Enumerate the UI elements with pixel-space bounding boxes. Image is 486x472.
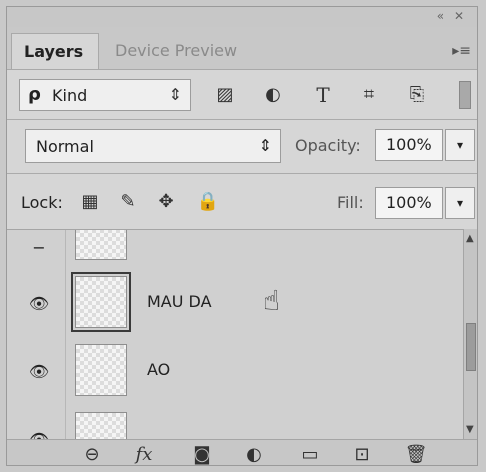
filter-kind-select[interactable]: ρ Kind ⇕ (19, 79, 191, 111)
hand-cursor-icon: ☝ (263, 284, 281, 317)
new-layer-icon[interactable]: ⊡ (349, 444, 375, 465)
layer-thumbnail (71, 272, 131, 332)
opacity-label: Opacity: (295, 136, 361, 155)
layers-list: − 👁 MAU DA ☝ 👁 AO 👁 (7, 229, 463, 440)
blend-mode-select[interactable]: Normal ⇕ (25, 129, 281, 163)
visibility-column: 👁 (7, 268, 66, 336)
divider (7, 173, 477, 174)
layer-row[interactable]: − (7, 230, 463, 269)
layer-mask-icon[interactable]: ◙ (189, 444, 215, 465)
type-layer-filter-icon[interactable]: T (311, 83, 335, 107)
scrollbar-thumb[interactable] (466, 323, 476, 371)
adjustment-layer-filter-icon[interactable]: ◐ (261, 83, 285, 107)
lock-position-icon[interactable]: ✥ (153, 189, 179, 215)
visibility-column: 👁 (7, 336, 66, 404)
panel-tabs: Layers Device Preview ▸≡ (7, 27, 477, 70)
visibility-column: 👁 (7, 404, 66, 440)
lock-label: Lock: (21, 193, 63, 212)
close-icon[interactable]: « ✕ (437, 9, 467, 23)
fill-input[interactable]: 100% (375, 187, 443, 219)
layer-row[interactable]: 👁 MAU DA ☝ (7, 268, 463, 337)
visibility-eye-icon[interactable]: − (27, 238, 51, 257)
fill-dropdown-button[interactable]: ▾ (445, 187, 475, 219)
lock-image-pixels-icon[interactable]: ✎ (115, 189, 141, 215)
filter-kind-label: Kind (52, 86, 88, 105)
delete-layer-icon[interactable]: 🗑 (403, 444, 429, 465)
tab-layers[interactable]: Layers (11, 33, 99, 69)
layers-bottom-toolbar: ⊖ fx ◙ ◐ ▭ ⊡ 🗑 (7, 439, 477, 465)
scroll-up-icon[interactable]: ▲ (466, 233, 474, 244)
layer-row[interactable]: 👁 (7, 404, 463, 440)
panel-titlebar: « ✕ (7, 7, 477, 28)
divider (7, 119, 477, 120)
link-layers-icon[interactable]: ⊖ (79, 444, 105, 465)
adjustment-layer-icon[interactable]: ◐ (241, 444, 267, 465)
layers-scrollbar[interactable]: ▲ ▼ (463, 229, 477, 439)
layer-thumbnail (75, 230, 127, 260)
layer-thumbnail (75, 344, 127, 396)
new-group-icon[interactable]: ▭ (297, 444, 323, 465)
chevron-down-icon: ▾ (456, 138, 464, 152)
layer-row[interactable]: 👁 AO (7, 336, 463, 405)
layer-thumbnail (75, 412, 127, 440)
shape-layer-filter-icon[interactable]: ⌗ (357, 83, 381, 107)
lock-all-icon[interactable]: 🔒 (195, 189, 221, 215)
visibility-eye-icon[interactable]: 👁 (27, 362, 51, 381)
filter-toggle-switch[interactable] (459, 81, 471, 109)
opacity-dropdown-button[interactable]: ▾ (445, 129, 475, 161)
layer-style-fx-icon[interactable]: fx (131, 444, 157, 465)
smart-object-filter-icon[interactable]: ⎘ (405, 83, 429, 107)
visibility-eye-icon[interactable]: 👁 (27, 294, 51, 313)
layers-panel: « ✕ Layers Device Preview ▸≡ ρ Kind ⇕ ▨ … (6, 6, 478, 466)
blend-mode-value: Normal (36, 137, 94, 156)
opacity-input[interactable]: 100% (375, 129, 443, 161)
lock-transparent-pixels-icon[interactable]: ▦ (77, 189, 103, 215)
visibility-column: − (7, 230, 66, 268)
chevron-down-icon: ▾ (456, 196, 464, 210)
chevron-updown-icon: ⇕ (168, 85, 182, 104)
tab-device-preview[interactable]: Device Preview (103, 33, 263, 69)
panel-menu-icon[interactable]: ▸≡ (452, 43, 471, 59)
chevron-updown-icon: ⇕ (258, 136, 272, 155)
scroll-down-icon[interactable]: ▼ (466, 424, 474, 435)
layer-name[interactable]: MAU DA (147, 292, 212, 311)
layer-name[interactable]: AO (147, 360, 170, 379)
fill-label: Fill: (337, 193, 364, 212)
pixel-layer-filter-icon[interactable]: ▨ (213, 83, 237, 107)
search-icon: ρ (28, 84, 41, 105)
